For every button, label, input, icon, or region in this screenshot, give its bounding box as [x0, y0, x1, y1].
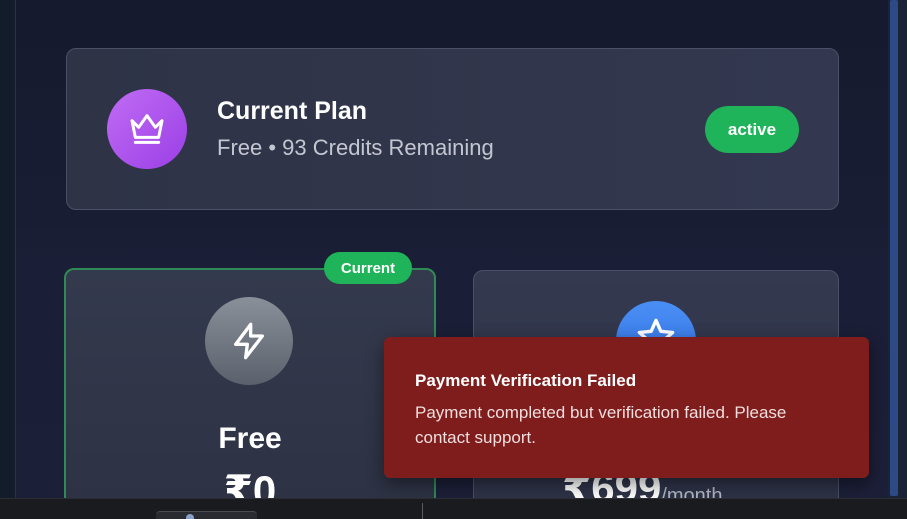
current-badge: Current	[324, 252, 412, 284]
left-panel-edge	[0, 0, 16, 498]
toast-title: Payment Verification Failed	[415, 371, 637, 390]
current-plan-card: Current Plan Free • 93 Credits Remaining…	[66, 48, 839, 210]
taskbar	[0, 498, 907, 519]
error-toast[interactable]: Payment Verification Failed Payment comp…	[384, 337, 869, 478]
crown-icon	[107, 89, 187, 169]
lightning-icon	[205, 297, 293, 385]
plan-card-free[interactable]: Free ₹0	[64, 268, 436, 514]
scrollbar-thumb[interactable]	[890, 0, 898, 496]
status-badge: active	[705, 106, 799, 153]
plan-name: Free	[218, 422, 282, 455]
taskbar-item[interactable]	[156, 511, 257, 519]
scrollbar[interactable]	[888, 0, 907, 498]
taskbar-divider	[422, 503, 423, 519]
app-icon	[186, 514, 194, 519]
toast-message: Payment completed but verification faile…	[415, 403, 787, 447]
current-plan-title: Current Plan	[217, 97, 368, 125]
current-plan-subtitle: Free • 93 Credits Remaining	[217, 135, 494, 160]
